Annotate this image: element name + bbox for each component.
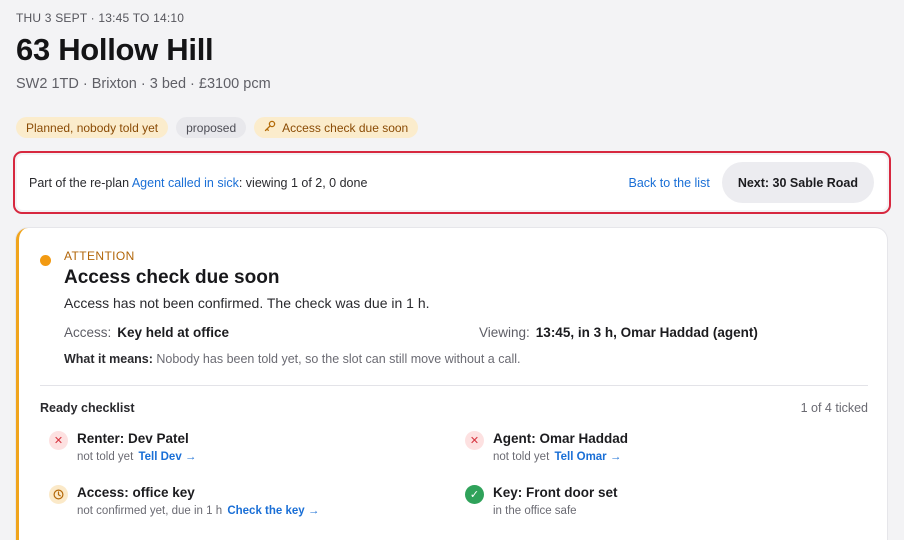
back-to-list-link[interactable]: Back to the list xyxy=(629,176,710,190)
checklist-item-name: Access: office key xyxy=(77,485,195,500)
viewing-label: Viewing: xyxy=(479,325,530,340)
x-circle-icon: ✕ xyxy=(49,431,68,450)
clock-icon xyxy=(49,485,68,504)
status-badge-access-label: Access check due soon xyxy=(282,120,409,135)
next-viewing-button[interactable]: Next: 30 Sable Road xyxy=(721,162,874,203)
checklist-item-name: Key: Front door set xyxy=(493,485,618,500)
meaning-body: Nobody has been told yet, so the slot ca… xyxy=(152,352,521,366)
access-value: Key held at office xyxy=(117,325,230,340)
checklist-title: Ready checklist xyxy=(40,401,135,415)
attention-dot-icon xyxy=(40,255,51,266)
status-badge-proposed: proposed xyxy=(176,117,247,138)
viewing-value: 13:45, in 3 h, Omar Haddad (agent) xyxy=(535,325,758,340)
replan-prefix: Part of the re-plan xyxy=(29,175,132,190)
checklist-item-name: Agent: Omar Haddad xyxy=(493,431,629,446)
attention-title: Access check due soon xyxy=(64,267,280,288)
viewing-time: THU 3 SEPT · 13:45 TO 14:10 xyxy=(16,11,185,25)
tell-dev-link[interactable]: Tell Dev → xyxy=(138,451,196,463)
x-circle-icon: ✕ xyxy=(465,431,484,450)
check-key-link[interactable]: Check the key → xyxy=(227,505,319,517)
replan-progress: : viewing 1 of 2, 0 done xyxy=(238,175,368,190)
replan-text: Part of the re-plan Agent called in sick… xyxy=(29,176,629,190)
meaning-text: What it means: Nobody has been told yet,… xyxy=(64,352,520,366)
page-title: 63 Hollow Hill xyxy=(16,32,214,67)
checklist-item-status-text: not confirmed yet, due in 1 h xyxy=(77,505,223,517)
replan-banner: Part of the re-plan Agent called in sick… xyxy=(17,155,887,210)
meaning-label: What it means: xyxy=(64,352,153,366)
checklist-item-status: not told yet Tell Omar → xyxy=(493,451,621,463)
viewing-detail: Viewing: 13:45, in 3 h, Omar Haddad (agen… xyxy=(479,325,758,340)
tell-omar-link[interactable]: Tell Omar → xyxy=(554,451,621,463)
checklist-item-status-text: not told yet xyxy=(77,451,134,463)
attention-label: ATTENTION xyxy=(64,249,135,263)
status-badge-access: Access check due soon xyxy=(254,117,419,138)
checklist-count: 1 of 4 ticked xyxy=(800,401,868,415)
attention-card: ATTENTION Access check due soon Access h… xyxy=(16,228,887,540)
checklist-item-status-text: not told yet xyxy=(493,451,550,463)
checklist-item-status: not confirmed yet, due in 1 h Check the … xyxy=(77,505,319,517)
property-summary: SW2 1TD · Brixton · 3 bed · £3100 pcm xyxy=(16,76,271,92)
divider xyxy=(40,385,868,386)
checklist-item-name: Renter: Dev Patel xyxy=(77,431,189,446)
checklist-item-status: in the office safe xyxy=(493,505,577,517)
status-chips: Planned, nobody told yet proposed Access… xyxy=(16,117,419,138)
replan-reason-link[interactable]: Agent called in sick xyxy=(132,176,239,190)
attention-description: Access has not been confirmed. The check… xyxy=(64,295,430,311)
checklist-item-status: not told yet Tell Dev → xyxy=(77,451,196,463)
access-detail: Access: Key held at office xyxy=(64,325,229,340)
key-icon xyxy=(264,120,276,135)
status-badge-planned: Planned, nobody told yet xyxy=(16,117,169,138)
check-circle-icon: ✓ xyxy=(465,485,484,504)
access-label: Access: xyxy=(64,325,112,340)
